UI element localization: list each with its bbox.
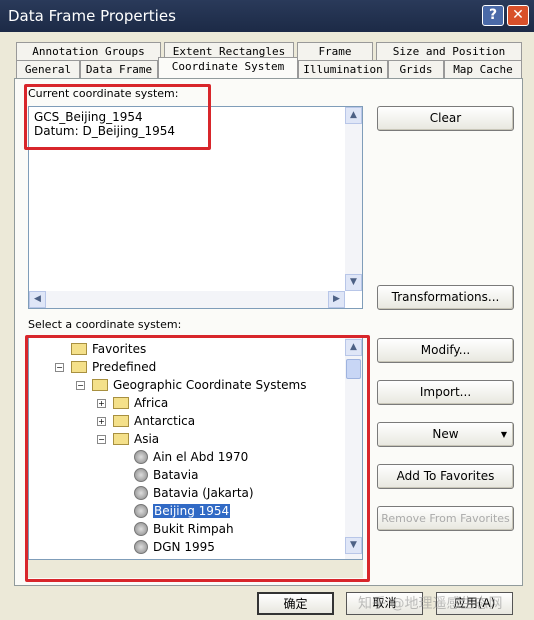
tab-size-position[interactable]: Size and Position [376, 42, 522, 60]
tab-frame[interactable]: Frame [297, 42, 373, 60]
modify-button[interactable]: Modify... [377, 338, 514, 363]
help-button[interactable]: ? [482, 5, 504, 26]
vertical-scrollbar[interactable]: ▲ ▼ [345, 107, 362, 291]
tab-coordinate-system[interactable]: Coordinate System [158, 57, 298, 78]
add-to-favorites-button[interactable]: Add To Favorites [377, 464, 514, 489]
remove-from-favorites-button[interactable]: Remove From Favorites [377, 506, 514, 531]
clear-button[interactable]: Clear [377, 106, 514, 131]
tab-data-frame[interactable]: Data Frame [80, 60, 158, 78]
new-label: New [432, 427, 459, 441]
scroll-right-icon[interactable]: ▶ [328, 291, 345, 308]
tab-map-cache[interactable]: Map Cache [444, 60, 522, 78]
horizontal-scrollbar[interactable]: ◀ ▶ [29, 291, 345, 308]
transformations-button[interactable]: Transformations... [377, 285, 514, 310]
tab-annotation-groups[interactable]: Annotation Groups [16, 42, 161, 60]
window-title: Data Frame Properties [8, 7, 176, 25]
new-button[interactable]: New ▼ [377, 422, 514, 447]
title-bar: Data Frame Properties [0, 0, 534, 32]
tab-general[interactable]: General [16, 60, 80, 78]
scroll-left-icon[interactable]: ◀ [29, 291, 46, 308]
tab-grids[interactable]: Grids [388, 60, 444, 78]
tab-illumination[interactable]: Illumination [298, 60, 388, 78]
watermark: 知乎 @地理遥感生态网 [358, 596, 503, 612]
highlight-box [24, 84, 211, 150]
scroll-down-icon[interactable]: ▼ [345, 274, 362, 291]
scroll-up-icon[interactable]: ▲ [345, 107, 362, 124]
close-button[interactable]: ✕ [507, 5, 529, 26]
import-button[interactable]: Import... [377, 380, 514, 405]
ok-button[interactable]: 确定 [257, 592, 334, 615]
highlight-box [25, 335, 370, 582]
dropdown-arrow-icon: ▼ [500, 430, 507, 439]
select-cs-label: Select a coordinate system: [28, 318, 182, 331]
